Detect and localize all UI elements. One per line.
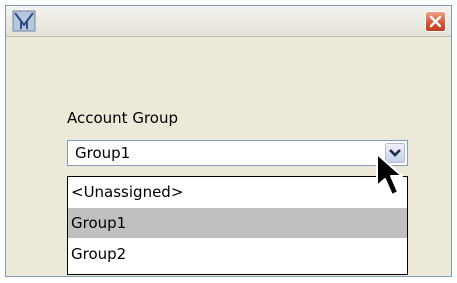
option-group1[interactable]: Group1 [68, 208, 407, 238]
account-group-combobox[interactable]: Group1 [67, 140, 408, 166]
title-bar[interactable] [6, 6, 451, 37]
option-group2[interactable]: Group2 [68, 239, 407, 269]
app-logo-icon [12, 10, 36, 32]
dropdown-list: <Unassigned> Group1 Group2 [67, 176, 408, 275]
mouse-cursor-icon [376, 153, 403, 196]
combo-selected-value: Group1 [75, 144, 131, 162]
account-group-label: Account Group [67, 109, 178, 127]
close-icon [429, 15, 442, 28]
option-unassigned[interactable]: <Unassigned> [68, 177, 407, 207]
dialog-window: Account Group Group1 <Unassigned> Group1… [5, 5, 452, 277]
close-button[interactable] [425, 11, 446, 32]
